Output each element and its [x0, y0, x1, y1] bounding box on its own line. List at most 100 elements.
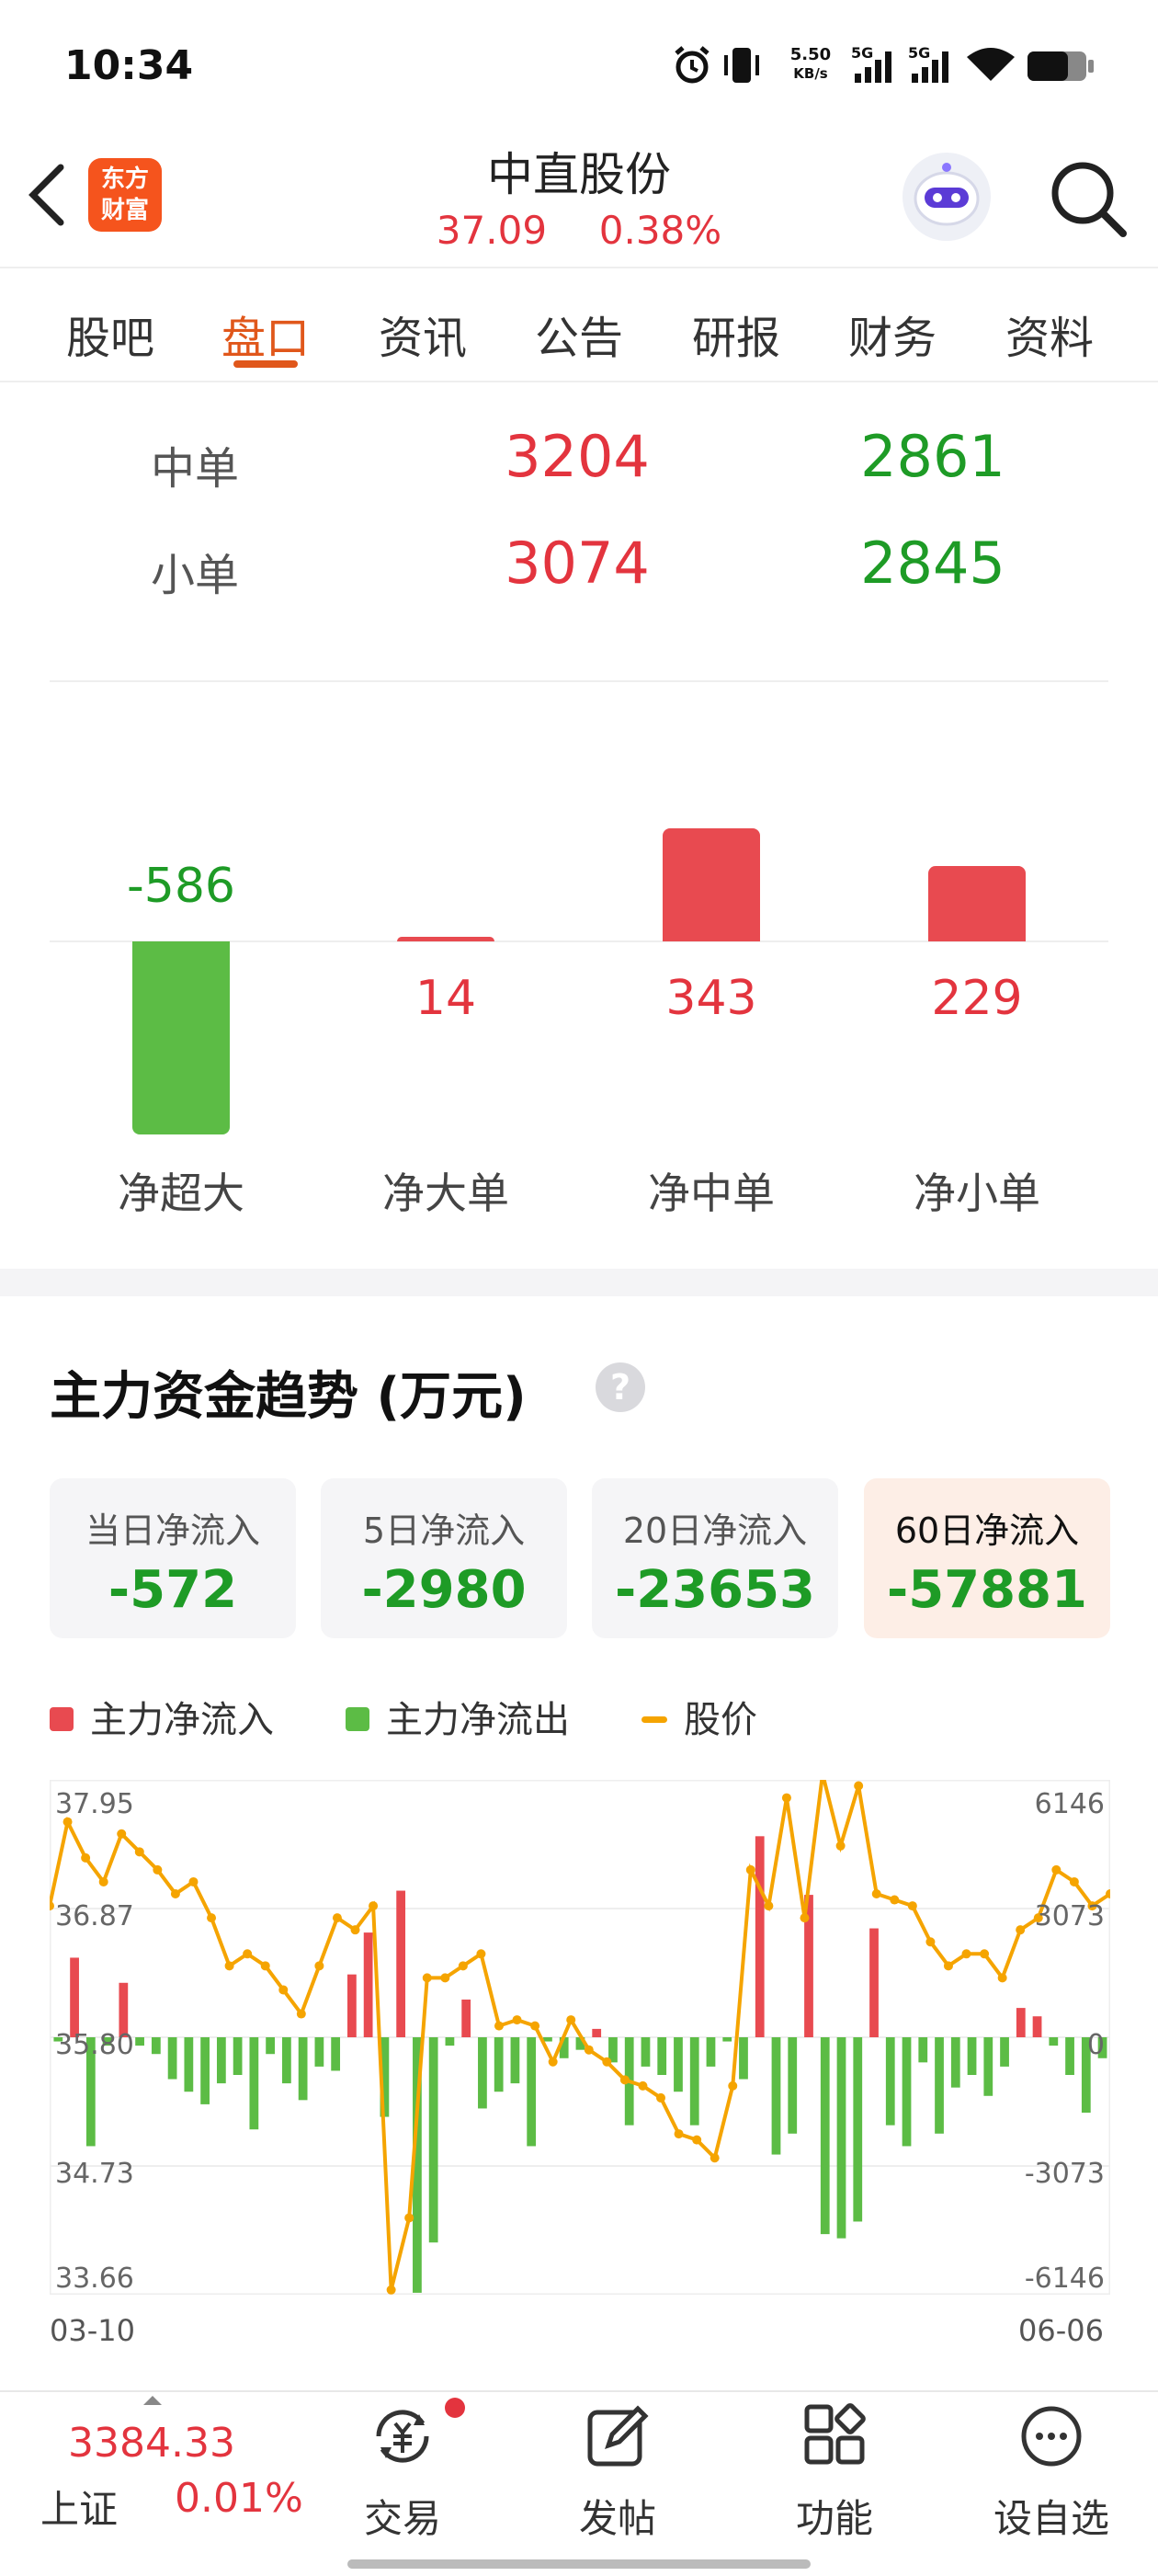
price-point	[854, 1781, 864, 1791]
flow-bar	[184, 2037, 194, 2092]
flow-bar	[836, 2037, 846, 2239]
flow-bar	[722, 2037, 732, 2042]
price-point	[134, 1847, 144, 1857]
legend-swatch	[50, 1707, 74, 1731]
flow-bar	[363, 1932, 373, 2037]
alarm-icon	[671, 44, 713, 90]
price-point	[278, 1985, 289, 1995]
nav-watchlist[interactable]: 设自选	[969, 2399, 1134, 2544]
flow-bar	[298, 2037, 308, 2101]
flow-bar	[461, 1999, 471, 2037]
price-point	[207, 1913, 217, 1923]
price-point	[602, 2057, 612, 2067]
flow-bar	[950, 2037, 960, 2088]
price-point	[728, 2080, 738, 2091]
flow-bar	[788, 2037, 798, 2134]
flow-bar	[1032, 2016, 1042, 2037]
tab-pankou[interactable]: 盘口	[201, 302, 330, 366]
period-20d[interactable]: 20日净流入 -23653	[592, 1478, 838, 1638]
price-point	[745, 1864, 755, 1875]
period-label: 5日净流入	[362, 1510, 526, 1551]
signal-icon: 5G	[908, 44, 956, 90]
flow-bar	[266, 2037, 276, 2055]
x-axis-end: 06-06	[1018, 2313, 1104, 2348]
right-axis-tick: -6146	[1025, 2263, 1105, 2295]
period-60d[interactable]: 60日净流入 -57881	[864, 1478, 1110, 1638]
net-flow-bar	[928, 865, 1026, 941]
tab-research[interactable]: 研报	[672, 302, 800, 366]
price-point	[440, 1973, 450, 1983]
price-point	[224, 1961, 234, 1971]
net-flow-value: 229	[931, 971, 1023, 1026]
nav-trade[interactable]: 交易	[320, 2399, 485, 2544]
flow-bar	[167, 2037, 177, 2080]
tab-announcements[interactable]: 公告	[515, 302, 643, 366]
flow-bar	[641, 2037, 651, 2067]
flow-bar	[249, 2037, 259, 2130]
net-speed: 5.50 KB/s	[789, 45, 832, 83]
flow-bar	[200, 2037, 210, 2104]
fund-trend-chart[interactable]: 37.95 36.87 35.80 34.73 33.66 6146 3073 0 -3073 -…	[50, 1780, 1110, 2295]
help-icon[interactable]: ?	[596, 1362, 645, 1412]
price-point	[188, 1876, 199, 1886]
price-point	[619, 2075, 630, 2085]
flow-bar	[1049, 2037, 1059, 2046]
divider	[50, 680, 1108, 682]
nav-post[interactable]: 发帖	[535, 2399, 700, 2544]
period-value: -23653	[614, 1560, 816, 1620]
flow-bar	[592, 2028, 602, 2037]
net-flow-bar	[663, 828, 760, 941]
price-point	[350, 1925, 360, 1935]
flow-bar	[820, 2037, 830, 2235]
index-change[interactable]: 0.01%	[175, 2475, 303, 2522]
tab-finance[interactable]: 财务	[828, 302, 957, 366]
stock-name: 中直股份	[487, 148, 671, 201]
flow-bar	[935, 2037, 944, 2134]
price-point	[153, 1864, 163, 1875]
period-today[interactable]: 当日净流入 -572	[50, 1478, 296, 1638]
tab-guba[interactable]: 股吧	[46, 302, 175, 366]
tab-profile[interactable]: 资料	[985, 302, 1114, 366]
period-label: 60日净流入	[894, 1510, 1080, 1551]
price-point	[710, 2153, 720, 2163]
stock-price-line: 37.09 0.38%	[331, 208, 827, 253]
flow-bar	[396, 1890, 406, 2037]
price-point	[907, 1901, 917, 1911]
signal-icon: 5G	[851, 44, 899, 90]
net-flow-label: 净大单	[382, 1168, 509, 1218]
chevron-up-icon[interactable]	[143, 2396, 162, 2405]
price-point	[476, 1949, 486, 1959]
price-point	[332, 1913, 342, 1923]
search-button[interactable]	[1046, 156, 1129, 239]
home-indicator	[347, 2559, 811, 2569]
price-point	[1016, 1925, 1026, 1935]
nav-functions[interactable]: 功能	[752, 2399, 917, 2544]
order-row-label: 小单	[150, 550, 239, 601]
period-5d[interactable]: 5日净流入 -2980	[321, 1478, 567, 1638]
index-name[interactable]: 上证	[40, 2479, 118, 2535]
tab-news[interactable]: 资讯	[358, 302, 487, 366]
price-line	[50, 1780, 1110, 2291]
right-axis-tick: 6146	[1035, 1788, 1105, 1820]
price-point	[800, 1913, 810, 1923]
flow-bar	[527, 2037, 537, 2147]
app-logo: 东方 财富	[88, 158, 162, 232]
compose-icon	[587, 2405, 649, 2467]
order-row-label: 中单	[150, 443, 239, 495]
flow-bar	[771, 2037, 781, 2155]
flow-bar	[135, 2037, 144, 2046]
flow-bar	[428, 2037, 438, 2243]
flow-bar	[70, 1957, 79, 2037]
flow-bar	[478, 2037, 487, 2109]
price-point	[458, 1961, 468, 1971]
price-point	[296, 2009, 306, 2019]
assistant-robot-icon[interactable]	[903, 153, 991, 241]
price-point	[314, 1961, 324, 1971]
stock-change-pct: 0.38%	[598, 208, 722, 253]
order-row-buy: 3074	[505, 530, 650, 597]
back-button[interactable]	[26, 158, 70, 232]
flow-bar	[543, 2037, 552, 2042]
index-value[interactable]: 3384.33	[68, 2420, 235, 2467]
order-row-sell: 2861	[860, 423, 1005, 490]
period-value: -57881	[886, 1560, 1088, 1620]
